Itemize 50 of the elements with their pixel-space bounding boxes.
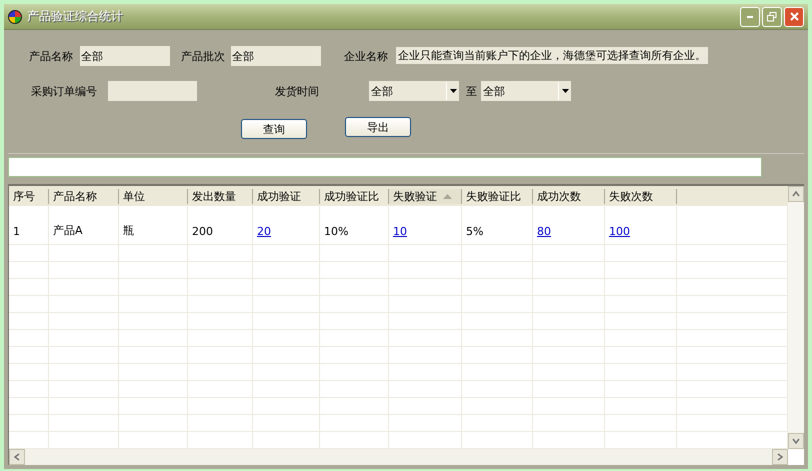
dropdown-arrow-icon — [558, 82, 571, 100]
input-field[interactable] — [108, 81, 197, 101]
column-header[interactable]: 失败次数 — [605, 189, 677, 204]
table-link[interactable]: 80 — [537, 225, 551, 238]
table-link[interactable]: 20 — [257, 225, 271, 238]
table-cell: 产品A — [53, 223, 83, 238]
close-icon — [790, 12, 798, 21]
restore-button[interactable] — [762, 6, 782, 26]
app-icon — [8, 10, 22, 24]
table-link[interactable]: 100 — [609, 225, 630, 238]
field-label: 产品批次 — [181, 49, 225, 64]
restore-icon — [767, 12, 777, 22]
column-header[interactable]: 失败验证比 — [462, 189, 533, 204]
scroll-down-icon[interactable] — [788, 433, 804, 449]
minimize-button[interactable] — [740, 6, 760, 26]
table-cell: 5% — [466, 225, 484, 238]
column-header[interactable]: 失败验证 — [389, 189, 462, 204]
scroll-up-icon[interactable] — [788, 186, 804, 202]
table-cell: 瓶 — [123, 223, 134, 238]
field-label: 发货时间 — [275, 84, 319, 99]
sort-arrow-icon — [443, 194, 452, 199]
separator-label: 至 — [466, 84, 477, 99]
window-title: 产品验证综合统计 — [27, 8, 124, 25]
input-field[interactable]: 全部 — [80, 46, 170, 66]
field-label: 采购订单编号 — [31, 84, 97, 99]
dropdown[interactable]: 全部 — [481, 81, 571, 101]
column-header[interactable]: 成功验证 — [253, 189, 320, 204]
dropdown[interactable]: 全部 — [369, 81, 459, 101]
table-link[interactable]: 10 — [393, 225, 407, 238]
column-header[interactable]: 成功次数 — [533, 189, 605, 204]
table-cell: 10% — [324, 225, 348, 238]
table-cell: 1 — [13, 225, 20, 238]
close-button[interactable] — [784, 6, 804, 26]
field-label: 企业名称 — [344, 49, 388, 64]
scroll-right-icon[interactable] — [772, 449, 788, 465]
column-header[interactable]: 产品名称 — [49, 189, 119, 204]
scroll-left-icon[interactable] — [9, 449, 25, 465]
action-button[interactable]: 导出 — [345, 117, 411, 137]
column-header[interactable]: 单位 — [119, 189, 188, 204]
action-button[interactable]: 查询 — [241, 119, 307, 139]
hint-text: 企业只能查询当前账户下的企业，海德堡可选择查询所有企业。 — [396, 47, 708, 64]
column-header[interactable]: 发出数量 — [188, 189, 253, 204]
horizontal-scrollbar[interactable] — [9, 449, 788, 465]
input-field[interactable]: 全部 — [231, 46, 321, 66]
column-header[interactable]: 序号 — [9, 189, 49, 204]
table-cell: 200 — [192, 225, 213, 238]
vertical-scrollbar[interactable] — [788, 186, 804, 449]
field-label: 产品名称 — [29, 49, 73, 64]
minimize-icon — [747, 16, 753, 18]
dropdown-arrow-icon — [446, 82, 459, 100]
